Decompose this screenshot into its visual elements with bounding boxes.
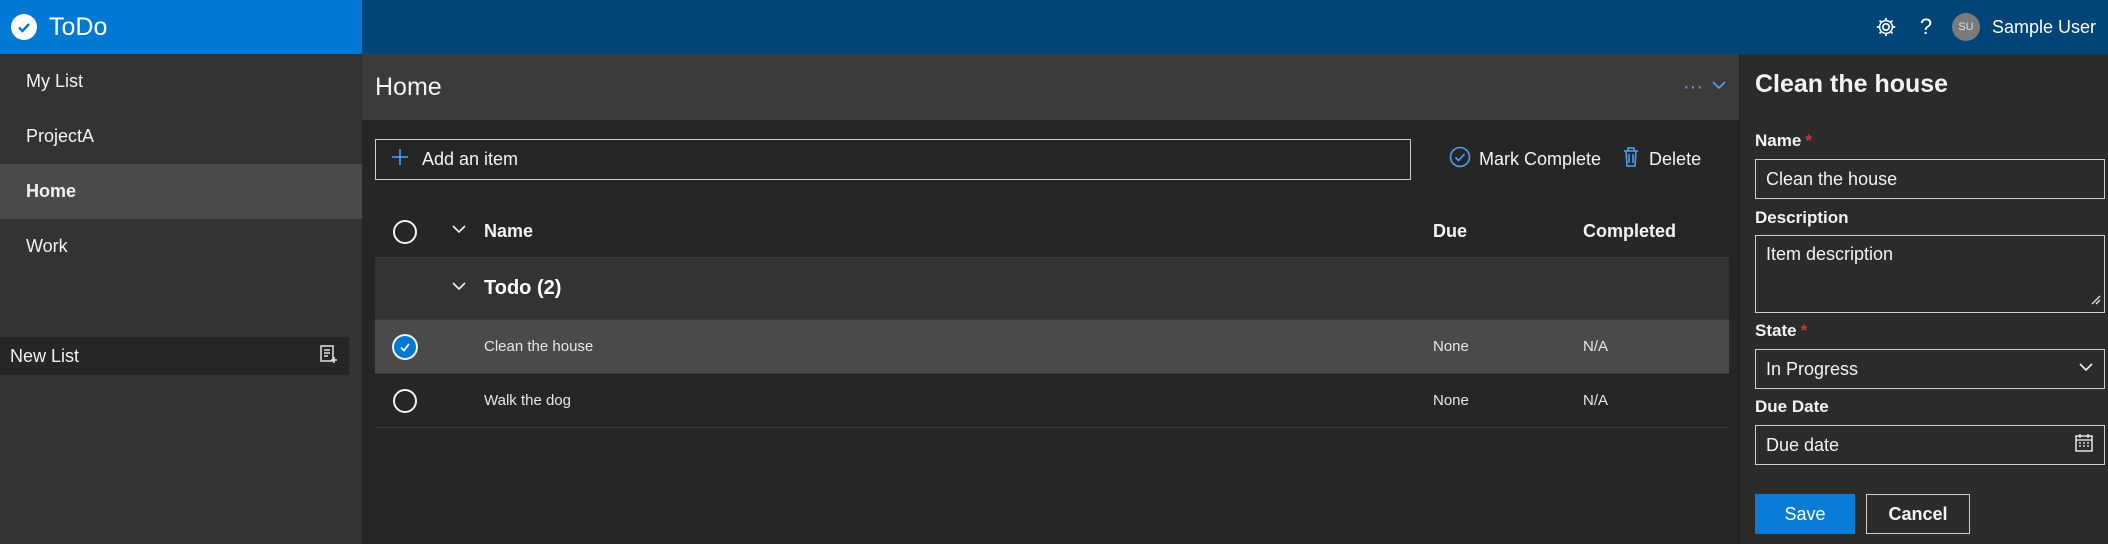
- table-header-row: Name Due Completed: [375, 206, 1729, 258]
- more-options-icon[interactable]: ···: [1683, 76, 1703, 99]
- chevron-down-icon: [2078, 359, 2094, 380]
- sidebar-item-label: ProjectA: [26, 126, 95, 146]
- cancel-button[interactable]: Cancel: [1866, 494, 1970, 534]
- mark-complete-label: Mark Complete: [1479, 149, 1602, 169]
- page-title: Home: [375, 72, 442, 101]
- header-actions: ···: [1683, 76, 1727, 99]
- row-checkbox-checked[interactable]: [393, 335, 416, 358]
- required-marker: *: [1805, 131, 1812, 150]
- description-textarea[interactable]: [1766, 236, 2104, 306]
- group-label: Todo (2): [484, 277, 562, 299]
- new-list-bar: [0, 337, 349, 375]
- row-name: Clean the house: [484, 338, 594, 355]
- check-circle-icon: [1449, 146, 1471, 173]
- sidebar-item-my-list[interactable]: My List: [0, 54, 362, 109]
- row-due: None: [1433, 392, 1469, 409]
- top-right-actions: ? SU Sample User: [1872, 0, 2096, 54]
- state-dropdown[interactable]: In Progress: [1755, 349, 2105, 389]
- delete-label: Delete: [1649, 149, 1702, 169]
- calendar-icon[interactable]: [2074, 433, 2094, 458]
- sidebar-item-label: Home: [26, 181, 77, 201]
- sidebar-item-home[interactable]: Home: [0, 164, 362, 219]
- collapse-all-chevron-icon[interactable]: [451, 221, 467, 242]
- add-item-box[interactable]: [375, 139, 1411, 180]
- add-item-input[interactable]: [422, 149, 1322, 170]
- top-bar: ToDo ? SU Sample User: [0, 0, 2108, 54]
- due-date-label: Due Date: [1755, 397, 1829, 416]
- sidebar-item-work[interactable]: Work: [0, 219, 362, 274]
- due-date-field[interactable]: [1755, 425, 2105, 465]
- item-detail-panel: Clean the house Name* Description State*…: [1739, 54, 2108, 544]
- table-row[interactable]: Clean the house None N/A: [375, 320, 1729, 374]
- description-label: Description: [1755, 208, 1849, 227]
- due-date-input[interactable]: [1766, 434, 2074, 456]
- new-list-input[interactable]: [10, 345, 290, 367]
- save-button[interactable]: Save: [1755, 494, 1855, 534]
- mark-complete-button[interactable]: Mark Complete: [1449, 146, 1601, 173]
- chevron-down-icon[interactable]: [1711, 76, 1727, 99]
- resize-handle-icon[interactable]: [2089, 289, 2101, 310]
- checkmark-circle-icon: [11, 14, 37, 40]
- gear-icon[interactable]: [1872, 13, 1900, 41]
- group-header-todo[interactable]: Todo (2): [375, 258, 1729, 320]
- avatar[interactable]: SU: [1951, 13, 1980, 41]
- toolbar: Mark Complete Delete: [375, 139, 1729, 180]
- name-input[interactable]: [1766, 168, 2104, 190]
- trash-icon: [1621, 146, 1641, 173]
- required-marker: *: [1800, 321, 1808, 340]
- app-title: ToDo: [49, 12, 108, 41]
- delete-button[interactable]: Delete: [1621, 146, 1701, 173]
- table-row[interactable]: Walk the dog None N/A: [375, 374, 1729, 428]
- column-header-completed[interactable]: Completed: [1583, 221, 1729, 242]
- user-name[interactable]: Sample User: [1992, 17, 2096, 38]
- app-brand[interactable]: ToDo: [0, 0, 362, 54]
- sidebar: My List ProjectA Home Work: [0, 54, 362, 544]
- add-list-icon[interactable]: [319, 344, 339, 369]
- row-name: Walk the dog: [484, 392, 571, 409]
- sidebar-item-label: My List: [26, 71, 84, 91]
- select-all-checkbox[interactable]: [392, 219, 417, 244]
- items-table: Name Due Completed Todo (2) Clean the ho…: [375, 206, 1729, 428]
- sidebar-item-projecta[interactable]: ProjectA: [0, 109, 362, 164]
- state-label: State *: [1755, 321, 1808, 340]
- state-selected-value: In Progress: [1766, 358, 1859, 379]
- plus-icon: [390, 147, 410, 172]
- row-completed: N/A: [1583, 338, 1609, 355]
- main-header: Home ···: [362, 54, 1739, 120]
- column-header-name[interactable]: Name: [484, 221, 1433, 242]
- name-label: Name *: [1755, 131, 1812, 150]
- row-due: None: [1433, 338, 1469, 355]
- row-completed: N/A: [1583, 392, 1609, 409]
- sidebar-item-label: Work: [26, 236, 68, 256]
- column-header-due[interactable]: Due: [1433, 221, 1583, 242]
- main-content: Home ··· Mark Complete Delete: [362, 54, 1739, 544]
- row-checkbox[interactable]: [392, 388, 417, 413]
- description-field[interactable]: [1755, 235, 2105, 313]
- chevron-down-icon[interactable]: [451, 277, 467, 300]
- panel-title: Clean the house: [1755, 70, 1949, 98]
- name-field[interactable]: [1755, 159, 2105, 199]
- help-icon[interactable]: ?: [1912, 13, 1940, 41]
